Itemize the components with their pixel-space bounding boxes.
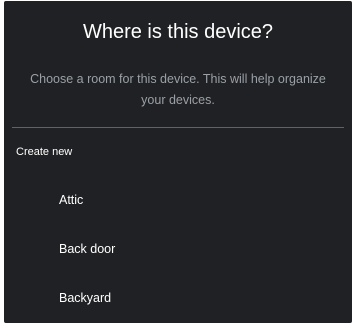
room-option-attic[interactable]: Attic — [4, 179, 352, 223]
room-option-backyard[interactable]: Backyard — [4, 277, 352, 321]
dialog-title: Where is this device? — [82, 21, 274, 43]
room-option-label: Attic — [59, 193, 84, 207]
room-option-back-door[interactable]: Back door — [4, 228, 352, 272]
create-new-header: Create new — [16, 146, 73, 158]
room-option-label: Backyard — [59, 291, 112, 305]
divider — [12, 127, 344, 128]
dialog-subtitle: Choose a room for this device. This will… — [30, 72, 326, 107]
room-picker-dialog: Where is this device? Choose a room for … — [4, 1, 352, 323]
room-option-label: Back door — [59, 242, 116, 256]
